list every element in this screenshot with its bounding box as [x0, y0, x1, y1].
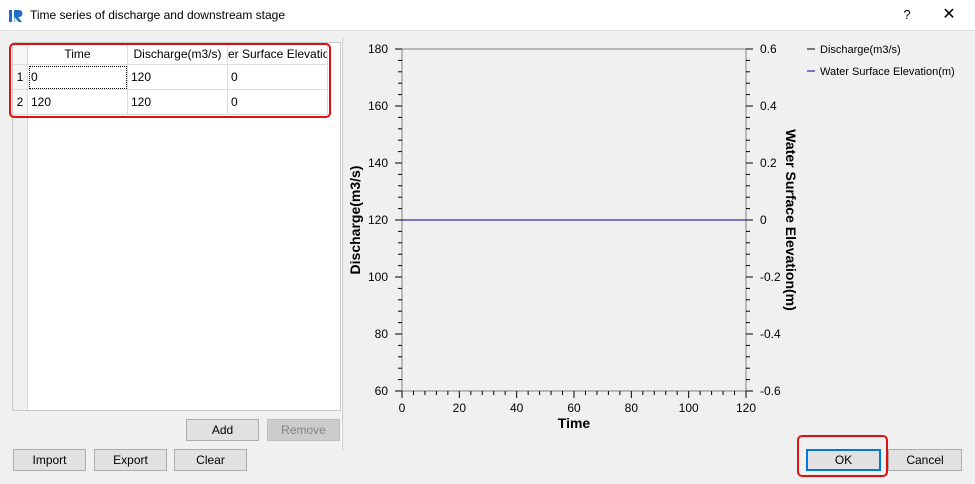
- row-header-2[interactable]: 2: [13, 90, 28, 115]
- column-header-discharge[interactable]: Discharge(m3/s): [128, 43, 228, 65]
- column-header-time[interactable]: Time: [28, 43, 128, 65]
- legend-label: Water Surface Elevation(m): [820, 66, 955, 78]
- table-cell-discharge[interactable]: 120: [128, 90, 228, 115]
- x-tick-label: 80: [625, 401, 639, 415]
- add-button[interactable]: Add: [186, 419, 259, 441]
- time-series-chart: 0 20 40 60 80 100 120 60 80 100 120 140 160 180 -0.6 -0…: [347, 42, 955, 431]
- table-cell-time[interactable]: 0: [28, 65, 128, 90]
- y-tick-label: 60: [375, 384, 389, 398]
- remove-button[interactable]: Remove: [267, 419, 340, 441]
- y2-tick-label: 0.2: [760, 156, 777, 170]
- title-bar: Time series of discharge and downstream …: [0, 0, 975, 31]
- help-button[interactable]: ?: [897, 4, 917, 26]
- export-button[interactable]: Export: [94, 449, 167, 471]
- table-cell-elevation[interactable]: 0: [228, 65, 328, 90]
- close-button[interactable]: ✕: [935, 3, 963, 27]
- y-tick-label: 180: [368, 42, 388, 56]
- y-tick-label: 120: [368, 213, 388, 227]
- y2-tick-label: -0.6: [760, 384, 781, 398]
- y-tick-label: 80: [375, 327, 389, 341]
- table-cell-elevation[interactable]: 0: [228, 90, 328, 115]
- x-tick-label: 0: [399, 401, 406, 415]
- data-table[interactable]: Time Discharge(m3/s) er Surface Elevatio…: [12, 42, 341, 411]
- y2-tick-label: -0.4: [760, 327, 781, 341]
- row-header-empty: [13, 115, 28, 410]
- splitter[interactable]: [341, 38, 343, 450]
- table-corner[interactable]: [13, 43, 28, 65]
- app-logo-icon: [9, 10, 23, 22]
- x-tick-label: 60: [567, 401, 581, 415]
- x-tick-label: 40: [510, 401, 524, 415]
- ok-button[interactable]: OK: [806, 449, 881, 471]
- y2-tick-label: 0: [760, 213, 767, 227]
- y2-tick-label: 0.6: [760, 42, 777, 56]
- cancel-button[interactable]: Cancel: [888, 449, 962, 471]
- clear-button[interactable]: Clear: [174, 449, 247, 471]
- x-axis-title: Time: [558, 415, 591, 431]
- y2-tick-label: -0.2: [760, 270, 781, 284]
- y-tick-label: 140: [368, 156, 388, 170]
- table-cell-time[interactable]: 120: [28, 90, 128, 115]
- y-axis-title: Discharge(m3/s): [347, 166, 363, 275]
- window-title: Time series of discharge and downstream …: [30, 8, 286, 22]
- row-header-1[interactable]: 1: [13, 65, 28, 90]
- y-tick-label: 100: [368, 270, 388, 284]
- legend-label: Discharge(m3/s): [820, 44, 901, 56]
- y2-axis-title: Water Surface Elevation(m): [783, 129, 799, 311]
- y-tick-label: 160: [368, 99, 388, 113]
- table-cell-discharge[interactable]: 120: [128, 65, 228, 90]
- y2-tick-label: 0.4: [760, 99, 777, 113]
- x-tick-label: 120: [736, 401, 756, 415]
- x-tick-label: 20: [453, 401, 467, 415]
- import-button[interactable]: Import: [13, 449, 86, 471]
- column-header-water-surface-elevation[interactable]: er Surface Elevatio: [228, 43, 328, 65]
- x-tick-label: 100: [679, 401, 699, 415]
